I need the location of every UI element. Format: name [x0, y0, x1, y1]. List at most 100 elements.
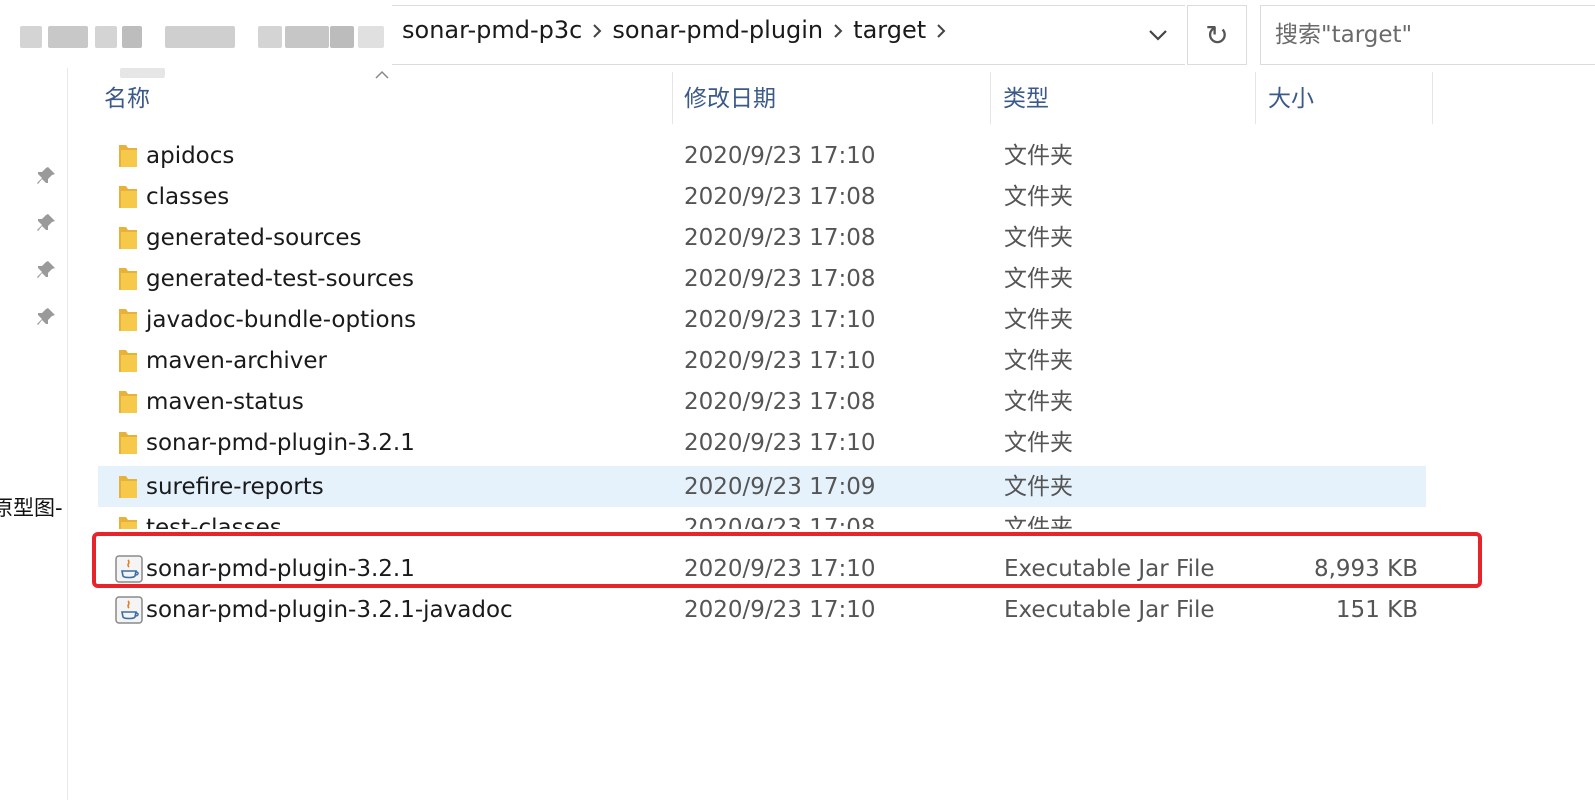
- file-row[interactable]: javadoc-bundle-options 2020/9/23 17:10 文件夹: [98, 299, 1426, 340]
- file-icon-cell: [106, 589, 143, 630]
- file-name: surefire-reports: [146, 474, 324, 500]
- file-icon-cell: [106, 176, 137, 217]
- file-name: test-classes: [146, 515, 282, 529]
- chevron-right-icon[interactable]: [584, 16, 610, 44]
- file-modified-date: 2020/9/23 17:08: [684, 389, 876, 415]
- folder-icon: [119, 350, 137, 372]
- breadcrumb: sonar-pmd-p3c sonar-pmd-plugin target: [400, 0, 954, 60]
- file-icon-cell: [106, 217, 137, 258]
- column-divider[interactable]: [1432, 72, 1433, 124]
- file-name: apidocs: [146, 143, 235, 169]
- file-modified-date: 2020/9/23 17:09: [684, 474, 876, 500]
- file-modified-date: 2020/9/23 17:08: [684, 515, 876, 529]
- file-modified-date: 2020/9/23 17:10: [684, 348, 876, 374]
- refresh-icon: ↻: [1205, 18, 1229, 52]
- search-box[interactable]: [1260, 5, 1595, 65]
- folder-icon: [119, 476, 137, 498]
- file-type: 文件夹: [1004, 515, 1073, 529]
- file-size: 8,993 KB: [1313, 556, 1418, 582]
- file-modified-date: 2020/9/23 17:10: [684, 556, 876, 582]
- file-name: classes: [146, 184, 230, 210]
- file-modified-date: 2020/9/23 17:10: [684, 307, 876, 333]
- folder-icon: [119, 391, 137, 413]
- file-type: 文件夹: [1004, 307, 1073, 333]
- folder-icon: [119, 432, 137, 454]
- file-row[interactable]: maven-status 2020/9/23 17:08 文件夹: [98, 381, 1426, 422]
- chevron-right-icon[interactable]: [825, 16, 851, 44]
- file-type: Executable Jar File: [1004, 556, 1215, 582]
- file-modified-date: 2020/9/23 17:08: [684, 225, 876, 251]
- file-row[interactable]: classes 2020/9/23 17:08 文件夹: [98, 176, 1426, 217]
- file-icon-cell: [106, 466, 137, 507]
- refresh-button[interactable]: ↻: [1187, 5, 1247, 65]
- column-header-row: 名称 修改日期 类型 大小: [0, 72, 1595, 124]
- jar-file-icon: [115, 596, 143, 624]
- column-header-type[interactable]: 类型: [1003, 72, 1243, 124]
- file-type: 文件夹: [1004, 474, 1073, 500]
- chevron-down-icon: [1149, 30, 1167, 41]
- file-type: 文件夹: [1004, 266, 1073, 292]
- file-row[interactable]: sonar-pmd-plugin-3.2.1 2020/9/23 17:10 文件夹: [98, 422, 1426, 463]
- column-header-name[interactable]: 名称: [104, 72, 670, 124]
- chevron-right-icon[interactable]: [928, 16, 954, 44]
- file-icon-cell: [106, 548, 143, 589]
- file-row[interactable]: test-classes 2020/9/23 17:08 文件夹: [98, 507, 1426, 529]
- file-type: 文件夹: [1004, 143, 1073, 169]
- folder-icon: [119, 227, 137, 249]
- folder-icon: [119, 309, 137, 331]
- nav-item-partial-label[interactable]: 原型图-: [0, 492, 63, 522]
- file-row[interactable]: maven-archiver 2020/9/23 17:10 文件夹: [98, 340, 1426, 381]
- folder-icon: [119, 145, 137, 167]
- pin-icon[interactable]: [34, 164, 58, 188]
- file-row[interactable]: sonar-pmd-plugin-3.2.1-javadoc 2020/9/23 …: [98, 589, 1426, 630]
- file-icon-cell: [106, 381, 137, 422]
- file-row[interactable]: sonar-pmd-plugin-3.2.1 2020/9/23 17:10 Exe…: [98, 548, 1426, 589]
- file-type: 文件夹: [1004, 430, 1073, 456]
- file-icon-cell: [106, 135, 137, 176]
- file-icon-cell: [106, 299, 137, 340]
- pin-icon[interactable]: [34, 211, 58, 235]
- file-icon-cell: [106, 340, 137, 381]
- pin-icon[interactable]: [34, 305, 58, 329]
- column-divider[interactable]: [990, 72, 991, 124]
- file-row[interactable]: surefire-reports 2020/9/23 17:09 文件夹: [98, 466, 1426, 507]
- file-icon-cell: [106, 422, 137, 463]
- search-input[interactable]: [1273, 21, 1595, 49]
- file-name: javadoc-bundle-options: [146, 307, 417, 333]
- file-type: Executable Jar File: [1004, 597, 1215, 623]
- file-type: 文件夹: [1004, 348, 1073, 374]
- file-name: sonar-pmd-plugin-3.2.1-javadoc: [146, 597, 513, 623]
- file-size: 151 KB: [1335, 597, 1418, 623]
- folder-icon: [119, 186, 137, 208]
- file-type: 文件夹: [1004, 389, 1073, 415]
- file-row[interactable]: apidocs 2020/9/23 17:10 文件夹: [98, 135, 1426, 176]
- address-toolbar: sonar-pmd-p3c sonar-pmd-plugin target ↻: [0, 0, 1595, 80]
- navigation-pane: [0, 68, 68, 800]
- file-name: maven-archiver: [146, 348, 328, 374]
- file-name: maven-status: [146, 389, 304, 415]
- file-modified-date: 2020/9/23 17:08: [684, 184, 876, 210]
- file-type: 文件夹: [1004, 225, 1073, 251]
- folder-icon: [119, 517, 137, 529]
- column-divider[interactable]: [672, 72, 673, 124]
- breadcrumb-item-sonar-pmd-plugin[interactable]: sonar-pmd-plugin: [610, 16, 825, 44]
- file-modified-date: 2020/9/23 17:10: [684, 597, 876, 623]
- file-name: sonar-pmd-plugin-3.2.1: [146, 556, 415, 582]
- column-header-size[interactable]: 大小: [1268, 72, 1428, 124]
- file-modified-date: 2020/9/23 17:08: [684, 266, 876, 292]
- file-icon-cell: [106, 258, 137, 299]
- column-divider[interactable]: [1255, 72, 1256, 124]
- file-name: generated-test-sources: [146, 266, 414, 292]
- address-history-dropdown[interactable]: [1130, 5, 1186, 65]
- file-type: 文件夹: [1004, 184, 1073, 210]
- column-header-date[interactable]: 修改日期: [684, 72, 984, 124]
- file-row[interactable]: generated-sources 2020/9/23 17:08 文件夹: [98, 217, 1426, 258]
- pin-icon[interactable]: [34, 258, 58, 282]
- file-row[interactable]: generated-test-sources 2020/9/23 17:08 文件夹: [98, 258, 1426, 299]
- file-name: sonar-pmd-plugin-3.2.1: [146, 430, 415, 456]
- file-icon-cell: [106, 507, 137, 529]
- breadcrumb-item-target[interactable]: target: [851, 16, 928, 44]
- folder-icon: [119, 268, 137, 290]
- breadcrumb-item-sonar-pmd-p3c[interactable]: sonar-pmd-p3c: [400, 16, 584, 44]
- jar-file-icon: [115, 555, 143, 583]
